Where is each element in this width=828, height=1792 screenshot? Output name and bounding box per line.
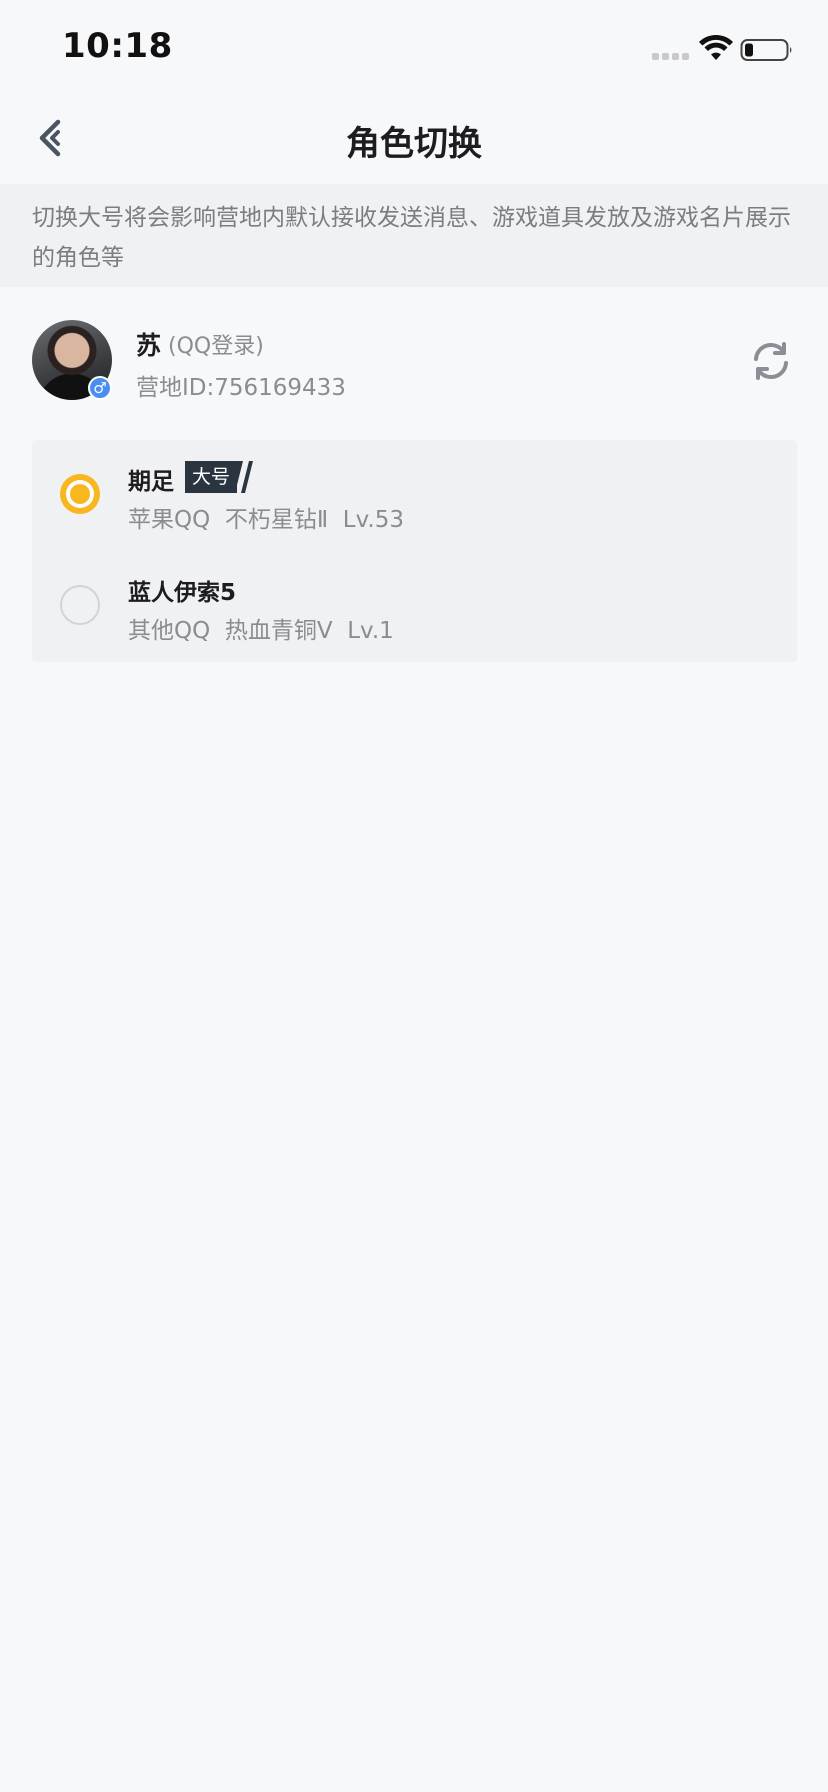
user-name: 苏 [136, 331, 162, 360]
role-item[interactable]: 蓝人伊索5 其他QQ 热血青铜Ⅴ Lv.1 [32, 551, 797, 662]
role-detail: 苹果QQ 不朽星钻Ⅱ Lv.53 [128, 500, 404, 534]
role-detail: 其他QQ 热血青铜Ⅴ Lv.1 [128, 611, 394, 645]
battery-icon [740, 39, 792, 61]
user-info: ♂ 苏 (QQ登录) 营地ID:756169433 [0, 318, 828, 402]
main-account-label: 大号 [191, 466, 230, 488]
status-bar: 10:18 [0, 0, 828, 92]
navigation-bar: 角色切换 [0, 92, 828, 184]
role-name: 期足 [128, 469, 174, 495]
role-level: Lv.53 [342, 507, 405, 533]
status-time: 10:18 [62, 26, 173, 66]
main-account-badge: 大号 [185, 461, 257, 493]
cellular-signal-icon [652, 53, 690, 61]
male-gender-icon: ♂ [88, 376, 112, 400]
role-rank: 热血青铜Ⅴ [224, 618, 333, 644]
camp-id: 营地ID:756169433 [136, 375, 346, 401]
radio-button-selected[interactable] [60, 474, 100, 514]
role-list: 期足 大号 苹果QQ 不朽星钻Ⅱ Lv.53 蓝人伊索5 其他QQ 热血青铜Ⅴ … [32, 440, 797, 662]
role-rank: 不朽星钻Ⅱ [224, 507, 329, 533]
radio-button-unselected[interactable] [60, 585, 100, 625]
notice-banner: 切换大号将会影响营地内默认接收发送消息、游戏道具发放及游戏名片展示的角色等 [0, 184, 828, 287]
role-item[interactable]: 期足 大号 苹果QQ 不朽星钻Ⅱ Lv.53 [32, 440, 797, 551]
wifi-icon [699, 34, 733, 60]
refresh-icon[interactable] [748, 338, 794, 384]
role-name: 蓝人伊索5 [128, 580, 237, 606]
role-switch-screen: 10:18 角色切换 切换大号将会影响营地内默认接收发送消息、游戏道具发放及游戏… [0, 0, 828, 1792]
login-type: (QQ登录) [168, 334, 264, 359]
role-platform: 苹果QQ [128, 507, 211, 533]
role-platform: 其他QQ [128, 618, 211, 644]
page-title: 角色切换 [346, 124, 482, 164]
role-level: Lv.1 [347, 618, 394, 644]
notice-text: 切换大号将会影响营地内默认接收发送消息、游戏道具发放及游戏名片展示的角色等 [32, 205, 791, 271]
